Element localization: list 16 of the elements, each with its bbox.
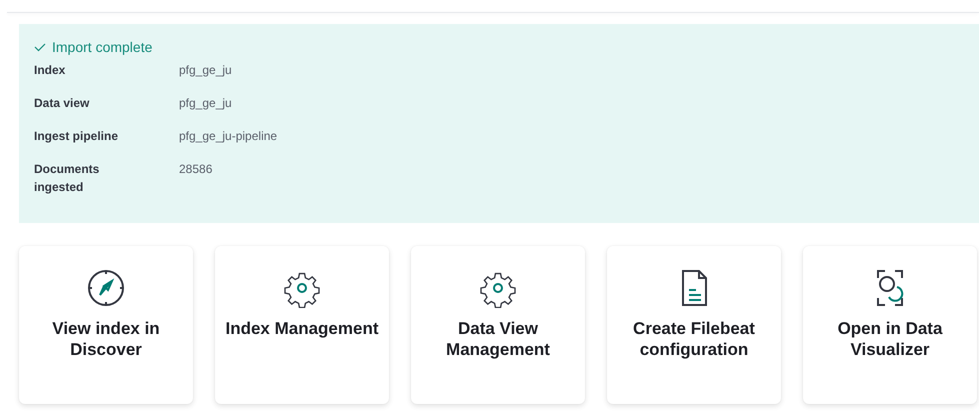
field-value: pfg_ge_ju	[179, 95, 233, 112]
check-icon	[34, 42, 46, 52]
callout-title: Import complete	[52, 39, 152, 55]
field-label: Index	[34, 62, 66, 79]
action-card[interactable]: Data View Management	[411, 246, 585, 404]
action-card[interactable]: View index in Discover	[19, 246, 193, 404]
action-card[interactable]: Create Filebeat configuration	[607, 246, 781, 404]
field-label: Documents ingested	[34, 161, 100, 196]
field-label: Ingest pipeline	[34, 128, 120, 145]
action-card[interactable]: Index Management	[215, 246, 389, 404]
field-value: pfg_ge_ju	[179, 62, 233, 79]
field-value: 28586	[179, 161, 214, 178]
action-card[interactable]: Open in Data Visualizer	[803, 246, 977, 404]
compass-icon	[86, 268, 126, 308]
field-label: Data view	[34, 95, 90, 112]
field-value: pfg_ge_ju-pipeline	[179, 128, 278, 145]
